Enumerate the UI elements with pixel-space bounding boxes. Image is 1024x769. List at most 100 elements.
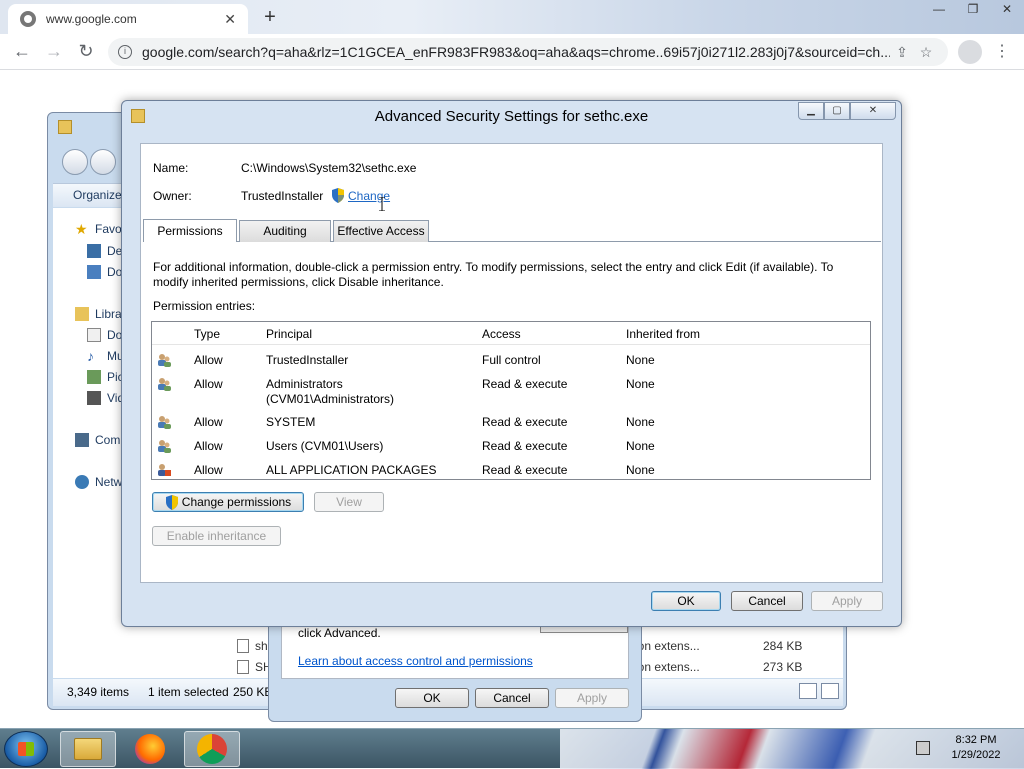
nav-documents[interactable]: Do [87,328,122,342]
properties-ok-button[interactable]: OK [395,688,469,708]
user-group-icon [158,378,171,391]
properties-cancel-button[interactable]: Cancel [475,688,549,708]
user-group-icon [158,416,171,429]
close-button[interactable]: ✕ [990,0,1024,20]
nav-desktop[interactable]: De [87,244,122,258]
permission-entry-row[interactable]: Allow TrustedInstaller Full control None [152,348,870,372]
change-permissions-button[interactable]: Change permissions [152,492,304,512]
start-button[interactable] [4,731,48,767]
clock-time: 8:32 PM [955,734,997,746]
nav-videos[interactable]: Vid [87,391,124,405]
permission-entry-row[interactable]: Allow Users (CVM01\Users) Read & execute… [152,434,870,458]
tab-effective-access[interactable]: Effective Access [333,220,429,242]
explorer-back-button[interactable] [62,149,88,175]
browser-tab[interactable]: www.google.com ✕ [8,4,248,34]
minimize-button[interactable]: — [922,0,956,20]
network-icon [75,475,89,489]
details-view-icon[interactable] [799,683,817,699]
list-header: Type Principal Access Inherited from [152,322,870,345]
column-header-access[interactable]: Access [482,327,521,341]
desktop-icon [87,244,101,258]
chrome-icon [197,734,227,764]
owner-value: TrustedInstaller [241,189,324,203]
nav-favorites[interactable]: ★ Favo [75,222,122,236]
dialog-window-controls: ▁ ▢ ✕ [798,102,896,120]
security-tabs: Permissions Auditing Effective Access [143,219,881,242]
uac-shield-icon [332,188,344,203]
taskbar-explorer[interactable] [60,731,116,767]
profile-avatar-icon[interactable] [958,40,982,64]
permission-entry-row[interactable]: Allow ALL APPLICATION PACKAGES Read & ex… [152,458,870,480]
dialog-titlebar[interactable]: Advanced Security Settings for sethc.exe… [122,101,901,131]
tiles-view-icon[interactable] [821,683,839,699]
cancel-button[interactable]: Cancel [731,591,803,611]
name-value: C:\Windows\System32\sethc.exe [241,161,417,175]
view-button[interactable]: View [314,492,384,512]
network-tray-icon[interactable] [916,741,930,755]
column-header-principal[interactable]: Principal [266,327,312,341]
explorer-forward-button[interactable] [90,149,116,175]
permission-entry-row[interactable]: Allow Administrators (CVM01\Administrato… [152,372,870,410]
back-button[interactable]: ← [6,36,38,68]
nav-computer[interactable]: Com [75,433,120,447]
access-control-help-link[interactable]: Learn about access control and permissio… [298,654,533,668]
apply-button[interactable]: Apply [811,591,883,611]
column-header-inherited-from[interactable]: Inherited from [626,327,700,341]
file-icon [237,660,249,674]
downloads-icon [87,265,101,279]
file-icon [237,639,249,653]
minimize-button[interactable]: ▁ [798,102,824,120]
text-cursor-icon [379,197,385,211]
item-count: 3,349 items [67,685,130,699]
browser-window-controls: — ❐ ✕ [922,0,1024,20]
browser-menu-icon[interactable]: ⋮ [994,40,1010,64]
folder-icon [58,120,72,134]
share-icon[interactable]: ⇪ [890,44,914,61]
explorer-folder-icon [74,738,102,760]
dialog-title: Advanced Security Settings for sethc.exe [374,108,649,125]
pictures-icon [87,370,101,384]
user-group-icon [158,354,171,367]
column-header-type[interactable]: Type [194,327,220,341]
address-bar[interactable]: i google.com/search?q=aha&rlz=1C1GCEA_en… [108,38,948,66]
maximize-button[interactable]: ❐ [956,0,990,20]
tab-auditing[interactable]: Auditing [239,220,331,242]
forward-button[interactable]: → [38,36,70,68]
organize-menu[interactable]: Organize [73,188,122,202]
taskbar-chrome[interactable] [184,731,240,767]
browser-tab-strip: www.google.com ✕ + — ❐ ✕ [0,0,1024,34]
taskbar: 8:32 PM 1/29/2022 [0,728,1024,769]
permission-entry-row[interactable]: Allow SYSTEM Read & execute None [152,410,870,434]
tab-permissions[interactable]: Permissions [143,219,237,242]
advanced-hint: click Advanced. [298,626,381,640]
maximize-button[interactable]: ▢ [824,102,850,120]
nav-network[interactable]: Netw [75,475,122,489]
taskbar-firefox[interactable] [122,731,178,767]
system-clock[interactable]: 8:32 PM 1/29/2022 [940,733,1012,763]
clock-date: 1/29/2022 [951,749,1001,761]
uac-shield-icon [165,494,178,510]
nav-libraries[interactable]: Libra [75,307,122,321]
tab-close-icon[interactable]: ✕ [224,11,236,28]
close-button[interactable]: ✕ [850,102,896,120]
music-icon: ♪ [87,348,94,364]
ok-button[interactable]: OK [651,591,721,611]
owner-label: Owner: [153,189,192,203]
permissions-info-text: For additional information, double-click… [153,260,834,289]
properties-apply-button[interactable]: Apply [555,688,629,708]
permission-entries-label: Permission entries: [153,299,256,313]
new-tab-button[interactable]: + [258,6,282,28]
dialog-content-panel: Name: C:\Windows\System32\sethc.exe Owne… [140,143,883,583]
bookmark-star-icon[interactable]: ☆ [914,44,938,61]
nav-downloads[interactable]: Do [87,265,122,279]
address-url: google.com/search?q=aha&rlz=1C1GCEA_enFR… [142,44,890,60]
name-label: Name: [153,161,189,175]
nav-music[interactable]: ♪ Mu [87,349,124,363]
permission-entries-list: Type Principal Access Inherited from All… [151,321,871,480]
enable-inheritance-button[interactable]: Enable inheritance [152,526,281,546]
selection-size: 250 KB [233,685,273,699]
reload-button[interactable]: ↻ [70,36,102,68]
app-packages-icon [158,464,171,476]
info-icon[interactable]: i [118,45,132,59]
nav-pictures[interactable]: Pic [87,370,124,384]
